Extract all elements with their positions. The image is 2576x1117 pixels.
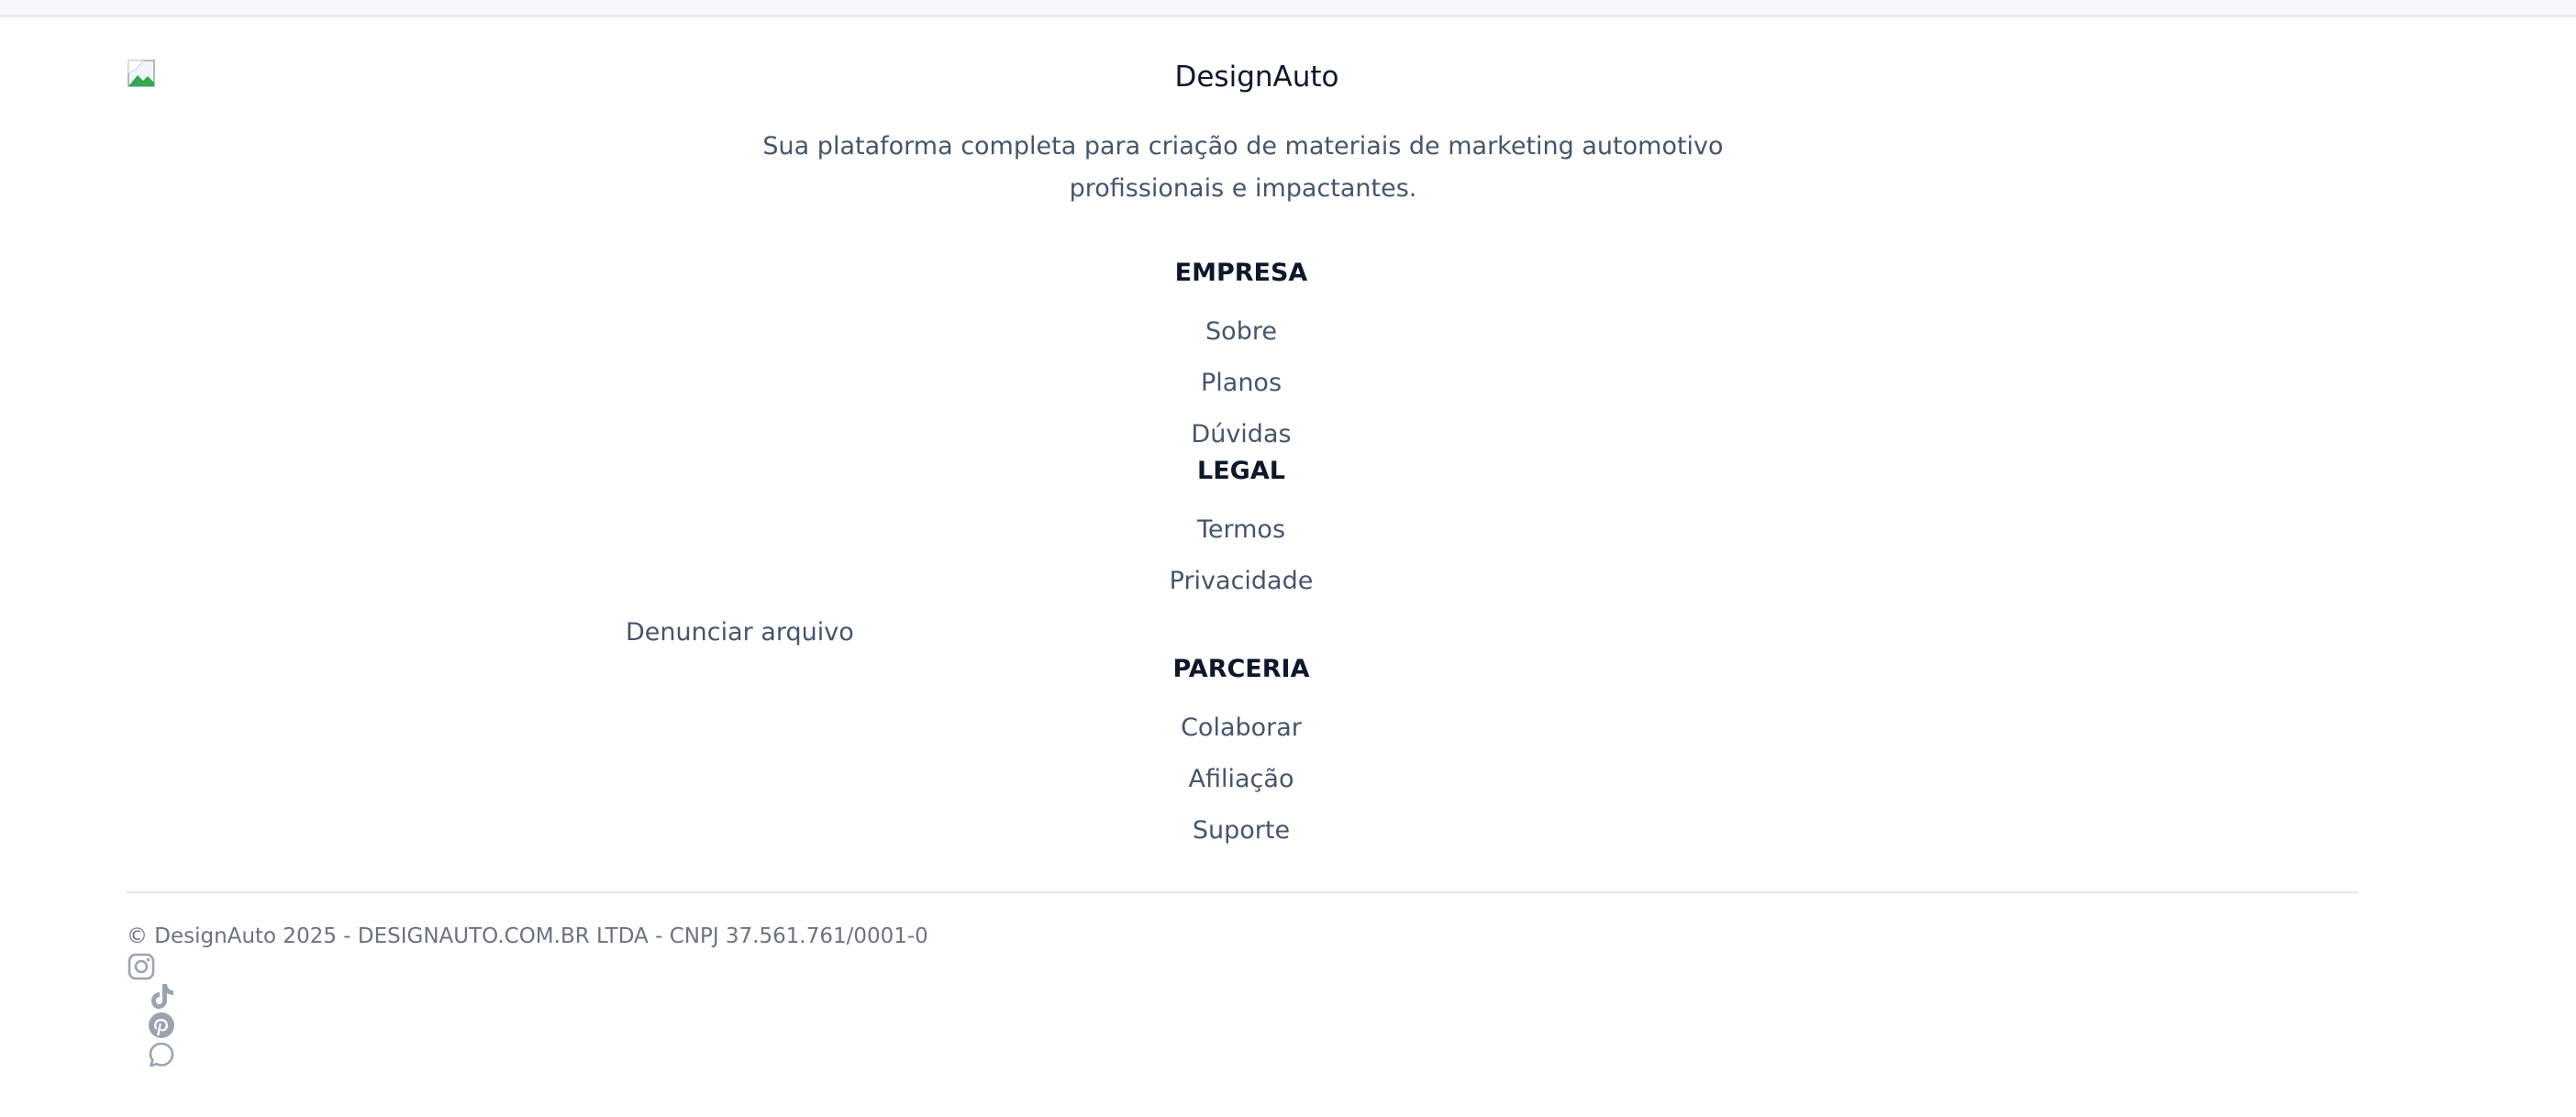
tagline-line-1: Sua plataforma completa para criação de … [762, 132, 1724, 160]
link-denunciar-arquivo[interactable]: Denunciar arquivo [626, 620, 854, 645]
footer-brand-name: DesignAuto [1174, 61, 1339, 94]
section-heading-parceria: PARCERIA [1172, 655, 1310, 683]
link-duvidas[interactable]: Dúvidas [1058, 422, 1425, 447]
link-planos[interactable]: Planos [1058, 370, 1425, 395]
link-afiliacao[interactable]: Afiliação [1058, 767, 1425, 791]
instagram-icon[interactable] [127, 952, 156, 981]
link-sobre[interactable]: Sobre [1058, 319, 1425, 344]
link-colaborar[interactable]: Colaborar [1058, 715, 1425, 740]
link-termos[interactable]: Termos [1058, 517, 1425, 542]
link-suporte[interactable]: Suporte [1058, 818, 1425, 843]
section-heading-legal: LEGAL [1197, 457, 1285, 485]
footer-copyright: © DesignAuto 2025 - DESIGNAUTO.COM.BR LT… [127, 924, 928, 948]
logo-image[interactable] [127, 59, 156, 88]
broken-image-icon [128, 60, 155, 87]
footer-divider [127, 891, 2358, 893]
page-top-edge [0, 0, 2576, 17]
section-heading-empresa: EMPRESA [1174, 259, 1308, 287]
link-privacidade[interactable]: Privacidade [1058, 569, 1425, 593]
whatsapp-icon[interactable] [147, 1040, 176, 1069]
tagline-line-2: profissionais e impactantes. [1069, 174, 1417, 203]
footer-tagline: Sua plataforma completa para criação de … [706, 126, 1780, 210]
pinterest-icon[interactable] [147, 1011, 176, 1040]
tiktok-icon[interactable] [147, 981, 176, 1011]
